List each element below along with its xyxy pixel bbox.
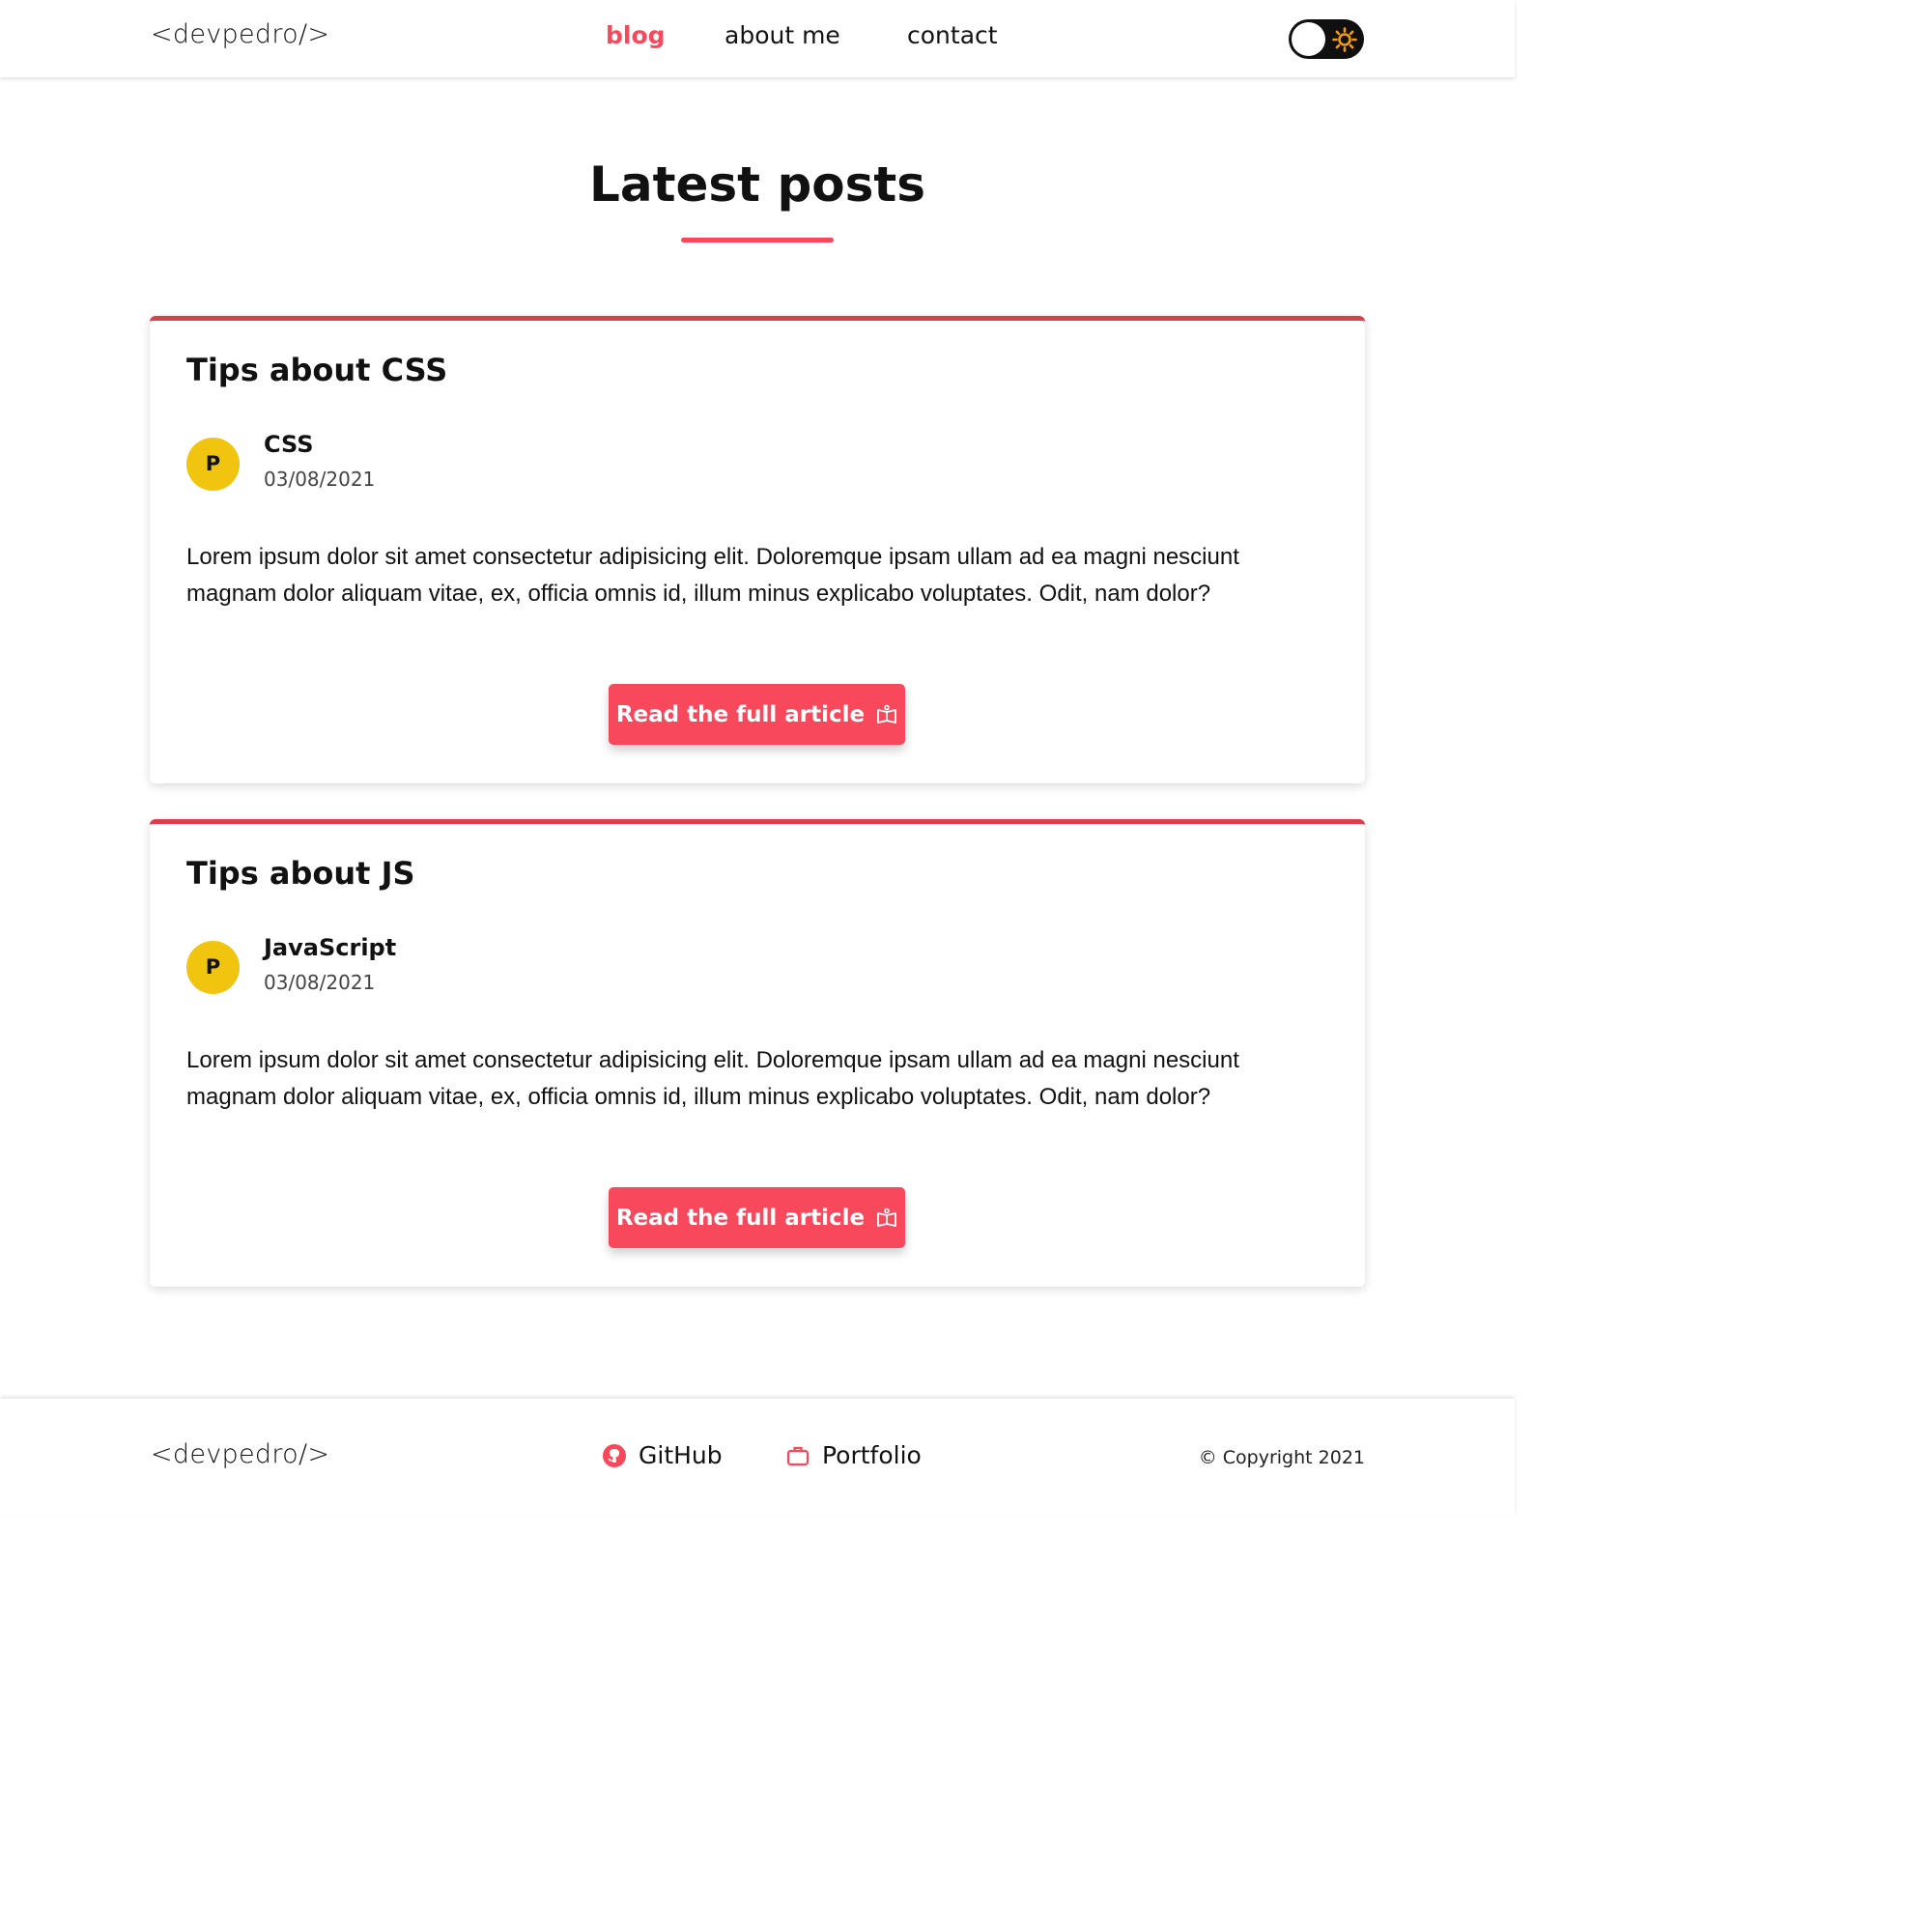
- read-button-label: Read the full article: [615, 701, 866, 727]
- book-open-icon: [877, 1208, 897, 1227]
- avatar: P: [186, 941, 240, 994]
- nav-link-contact[interactable]: contact: [907, 21, 998, 49]
- post-date: 03/08/2021: [264, 971, 376, 994]
- theme-toggle[interactable]: [1289, 19, 1364, 59]
- nav-link-about-me[interactable]: about me: [724, 21, 840, 49]
- sun-icon: [1332, 27, 1357, 52]
- site-footer: <devpedro/> GitHub Portfolio © Copyright…: [0, 1399, 1515, 1515]
- footer-logo[interactable]: <devpedro/>: [151, 1439, 329, 1469]
- page-title: Latest posts: [588, 156, 926, 213]
- post-category: JavaScript: [264, 934, 397, 961]
- post-excerpt: Lorem ipsum dolor sit amet consectetur a…: [186, 1047, 1239, 1110]
- post-title: Tips about CSS: [186, 352, 448, 388]
- post-excerpt: Lorem ipsum dolor sit amet consectetur a…: [186, 544, 1239, 607]
- portfolio-label: Portfolio: [822, 1441, 922, 1469]
- post-card: Tips about JS P JavaScript 03/08/2021 Lo…: [150, 819, 1365, 1287]
- copyright: © Copyright 2021: [1198, 1447, 1365, 1468]
- portfolio-link[interactable]: Portfolio: [785, 1441, 922, 1469]
- github-label: GitHub: [639, 1441, 723, 1469]
- toggle-knob: [1292, 22, 1325, 56]
- nav-link-blog[interactable]: blog: [606, 21, 666, 49]
- github-link[interactable]: GitHub: [602, 1441, 723, 1469]
- read-full-article-button[interactable]: Read the full article: [609, 1187, 905, 1248]
- briefcase-icon: [786, 1446, 810, 1465]
- main-nav: blog about me contact: [0, 21, 1515, 60]
- post-date: 03/08/2021: [264, 468, 376, 491]
- post-card: Tips about CSS P CSS 03/08/2021 Lorem ip…: [150, 316, 1365, 783]
- read-full-article-button[interactable]: Read the full article: [609, 684, 905, 745]
- post-title: Tips about JS: [186, 855, 415, 892]
- post-category: CSS: [264, 431, 314, 458]
- book-open-icon: [877, 704, 897, 724]
- avatar: P: [186, 438, 240, 491]
- github-icon: [603, 1443, 626, 1467]
- read-button-label: Read the full article: [615, 1205, 866, 1231]
- site-header: <devpedro/> blog about me contact: [0, 0, 1515, 77]
- title-underline: [681, 238, 834, 242]
